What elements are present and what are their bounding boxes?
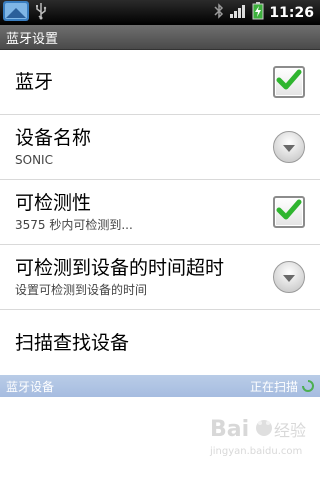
pref-device-name[interactable]: 设备名称 SONIC <box>0 115 320 180</box>
page-title: 蓝牙设置 <box>6 31 59 47</box>
pref-summary: 设置可检测到设备的时间 <box>15 283 148 297</box>
spinner-icon <box>302 377 314 396</box>
watermark-brand: Bai <box>210 417 249 442</box>
timeout-dropdown[interactable] <box>273 261 305 293</box>
pref-discoverable-timeout[interactable]: 可检测到设备的时间超时 设置可检测到设备的时间 <box>0 245 320 310</box>
preference-list: 蓝牙 设备名称 SONIC 可检测性 3575 秒内可检测到... 可检测到设备… <box>0 50 320 375</box>
pref-scan-devices[interactable]: 扫描查找设备 <box>0 310 320 375</box>
pref-title: 设备名称 <box>15 127 92 149</box>
baidu-watermark: Bai 经验 jingyan.baidu.com <box>208 410 308 470</box>
bluetooth-devices-header: 蓝牙设备 正在扫描 <box>0 375 320 397</box>
signal-icon <box>229 3 247 23</box>
battery-icon <box>252 1 264 24</box>
pref-bluetooth[interactable]: 蓝牙 <box>0 50 320 115</box>
section-label: 蓝牙设备 <box>6 379 55 394</box>
pref-summary: 3575 秒内可检测到... <box>15 218 133 232</box>
clock: 11:26 <box>269 4 314 21</box>
pref-title: 可检测性 <box>15 192 92 214</box>
pref-summary: SONIC <box>15 153 53 167</box>
pref-title: 可检测到设备的时间超时 <box>15 257 225 279</box>
pref-title: 蓝牙 <box>15 71 54 93</box>
bluetooth-icon <box>214 2 224 23</box>
pref-discoverable[interactable]: 可检测性 3575 秒内可检测到... <box>0 180 320 245</box>
pref-title: 扫描查找设备 <box>15 331 130 354</box>
scan-status: 正在扫描 <box>249 379 298 394</box>
discoverable-checkbox[interactable] <box>273 196 305 228</box>
usb-icon <box>34 2 48 24</box>
check-icon <box>276 69 302 95</box>
chevron-down-icon <box>282 268 296 287</box>
bluetooth-checkbox[interactable] <box>273 66 305 98</box>
watermark-url: jingyan.baidu.com <box>209 446 302 457</box>
title-bar: 蓝牙设置 <box>0 25 320 50</box>
watermark-brand2: 经验 <box>274 421 306 440</box>
app-notification-icon <box>2 0 30 26</box>
status-bar: 11:26 <box>0 0 320 25</box>
check-icon <box>276 199 302 225</box>
chevron-down-icon <box>282 138 296 157</box>
device-name-dropdown[interactable] <box>273 131 305 163</box>
